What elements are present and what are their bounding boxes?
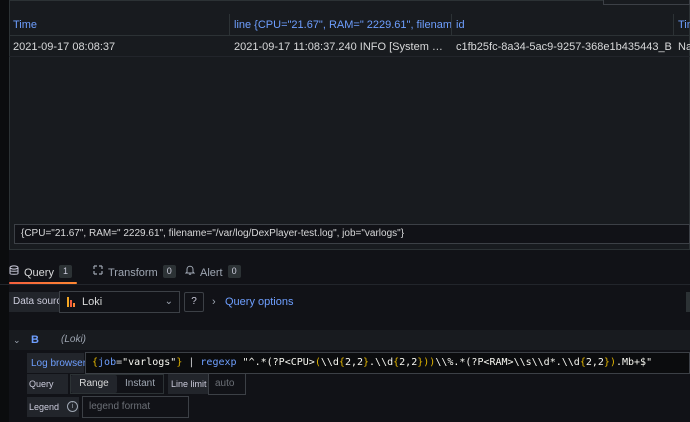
tab-alert-count: 0 [227, 265, 241, 278]
column-header-id[interactable]: id [452, 14, 674, 36]
query-options-edge [686, 292, 690, 312]
query-token: regexp [200, 357, 237, 368]
query-type-range[interactable]: Range [71, 375, 117, 393]
datasource-help-button[interactable]: ? [184, 292, 204, 312]
tab-query-count: 1 [58, 265, 72, 278]
tab-transform[interactable]: Transform 0 [93, 262, 176, 284]
query-token: "varlogs" [122, 357, 177, 368]
query-ref-id[interactable]: B [31, 330, 39, 350]
tab-transform-label: Transform [108, 267, 158, 279]
row-labels: {CPU="21.67", RAM=" 2229.61", filename="… [14, 224, 690, 244]
query-token: job [98, 357, 117, 368]
legend-format-input[interactable]: legend format [82, 396, 189, 418]
tab-alert[interactable]: Alert 0 [185, 262, 241, 284]
tab-query-label: Query [24, 267, 54, 279]
log-browser-label: Log browser [31, 358, 87, 369]
loki-logo-icon [67, 297, 75, 307]
info-icon[interactable]: i [67, 401, 78, 412]
tab-transform-count: 0 [162, 265, 176, 278]
query-token: "^.*(?P<CPU> [236, 357, 315, 368]
left-edge [0, 0, 9, 422]
chevron-down-icon: ⌄ [164, 296, 173, 307]
collapse-chevron-icon[interactable]: ⌄ [13, 330, 21, 350]
query-token: 2,2 [585, 357, 604, 368]
table-row[interactable]: 2021-09-17 08:08:37 2021-09-17 11:08:37.… [9, 37, 690, 57]
query-type-label: Query type [27, 374, 68, 409]
editor-tabs: Query 1 Transform 0 Alert 0 [0, 262, 690, 284]
query-token: 2,2 [344, 357, 363, 368]
log-browser-button[interactable]: Log browser › [27, 353, 92, 373]
cell-tim: Na [678, 41, 690, 53]
transform-icon [93, 265, 103, 275]
tab-query[interactable]: Query 1 [9, 262, 72, 284]
query-type-instant[interactable]: Instant [118, 375, 162, 393]
line-limit-label: Line limit [168, 374, 208, 394]
column-header-line[interactable]: line {CPU="21.67", RAM=" 2229.61", filen… [230, 14, 452, 36]
query-token: \\d [320, 357, 339, 368]
query-token: .Mb+$" [615, 357, 653, 368]
panel-top-button[interactable] [603, 0, 690, 5]
cell-time: 2021-09-17 08:08:37 [13, 41, 116, 53]
cell-line: 2021-09-17 11:08:37.240 INFO [System Man… [234, 41, 452, 53]
query-options-toggle[interactable]: Query options [225, 292, 293, 312]
database-icon [9, 265, 19, 275]
chevron-right-icon: › [212, 296, 216, 308]
column-header-time[interactable]: Time [9, 14, 230, 36]
cell-id: c1fb25fc-8a34-5ac9-9257-368e1b435443_B [456, 41, 672, 53]
datasource-value: Loki [82, 296, 103, 308]
query-row-header[interactable] [9, 330, 690, 350]
query-datasource-hint: (Loki) [61, 334, 87, 345]
datasource-select[interactable]: Loki ⌄ [59, 291, 180, 313]
query-token: | [182, 357, 201, 368]
query-expression-input[interactable]: {job="varlogs"} | regexp "^.*(?P<CPU>(\\… [85, 352, 690, 374]
query-token: .\\d [369, 357, 394, 368]
bell-icon [185, 265, 195, 275]
tab-alert-label: Alert [200, 267, 223, 279]
table-header: Time line {CPU="21.67", RAM=" 2229.61", … [9, 14, 690, 36]
line-limit-input[interactable]: auto [208, 373, 246, 395]
query-token: 2,2 [399, 357, 418, 368]
column-header-tim[interactable]: Tim [674, 14, 690, 36]
tabs-divider [0, 284, 690, 285]
query-token: \\%.*(?P<RAM>\\s\\d*.\\d [435, 357, 580, 368]
